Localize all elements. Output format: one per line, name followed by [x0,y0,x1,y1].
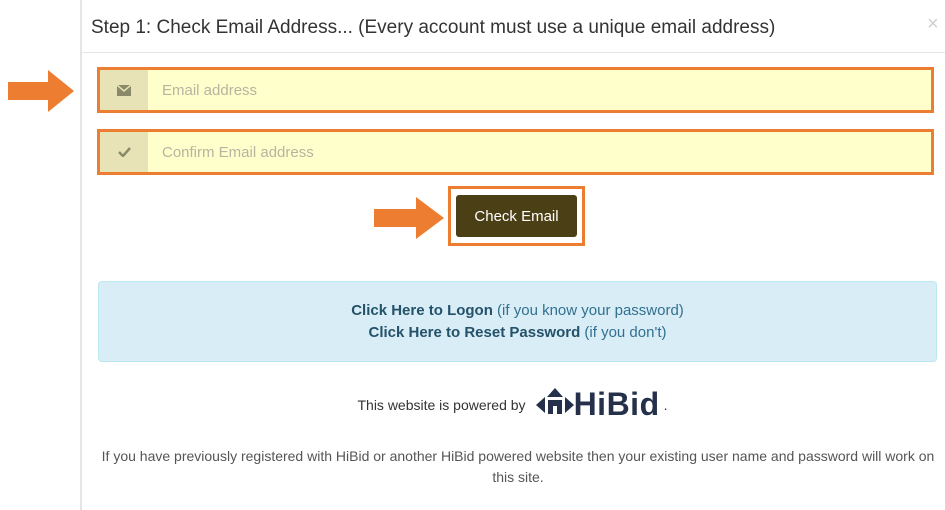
email-field-group [97,67,934,113]
logon-note: (if you know your password) [492,302,684,319]
logon-line: Click Here to Logon (if you know your pa… [99,300,936,322]
modal-left-border [80,0,82,510]
check-email-button-frame: Check Email [448,186,585,246]
info-alert: Click Here to Logon (if you know your pa… [98,281,937,362]
check-icon [100,132,148,172]
confirm-email-field-group [97,129,934,175]
logon-link[interactable]: Click Here to Logon [351,302,493,319]
arrow-icon [8,70,74,112]
powered-text: This website is powered by [357,396,526,413]
close-icon[interactable]: × [927,14,939,34]
footnote: If you have previously registered with H… [101,448,935,485]
reset-password-link[interactable]: Click Here to Reset Password [368,324,580,341]
hibid-logo-text: HiBid [573,386,660,422]
reset-line: Click Here to Reset Password (if you don… [99,322,936,344]
envelope-icon [100,70,148,110]
powered-period: . [663,396,668,413]
header-divider [82,52,945,53]
check-email-button[interactable]: Check Email [456,195,577,237]
hibid-logo-icon [535,387,574,414]
powered-by: This website is powered by HiBid . [0,386,945,423]
email-input[interactable] [148,70,931,110]
reset-note: (if you don't) [580,324,667,341]
modal-title: Step 1: Check Email Address... (Every ac… [91,17,776,38]
arrow-icon [374,197,444,239]
hibid-logo: HiBid [535,386,660,423]
confirm-email-input[interactable] [148,132,931,172]
